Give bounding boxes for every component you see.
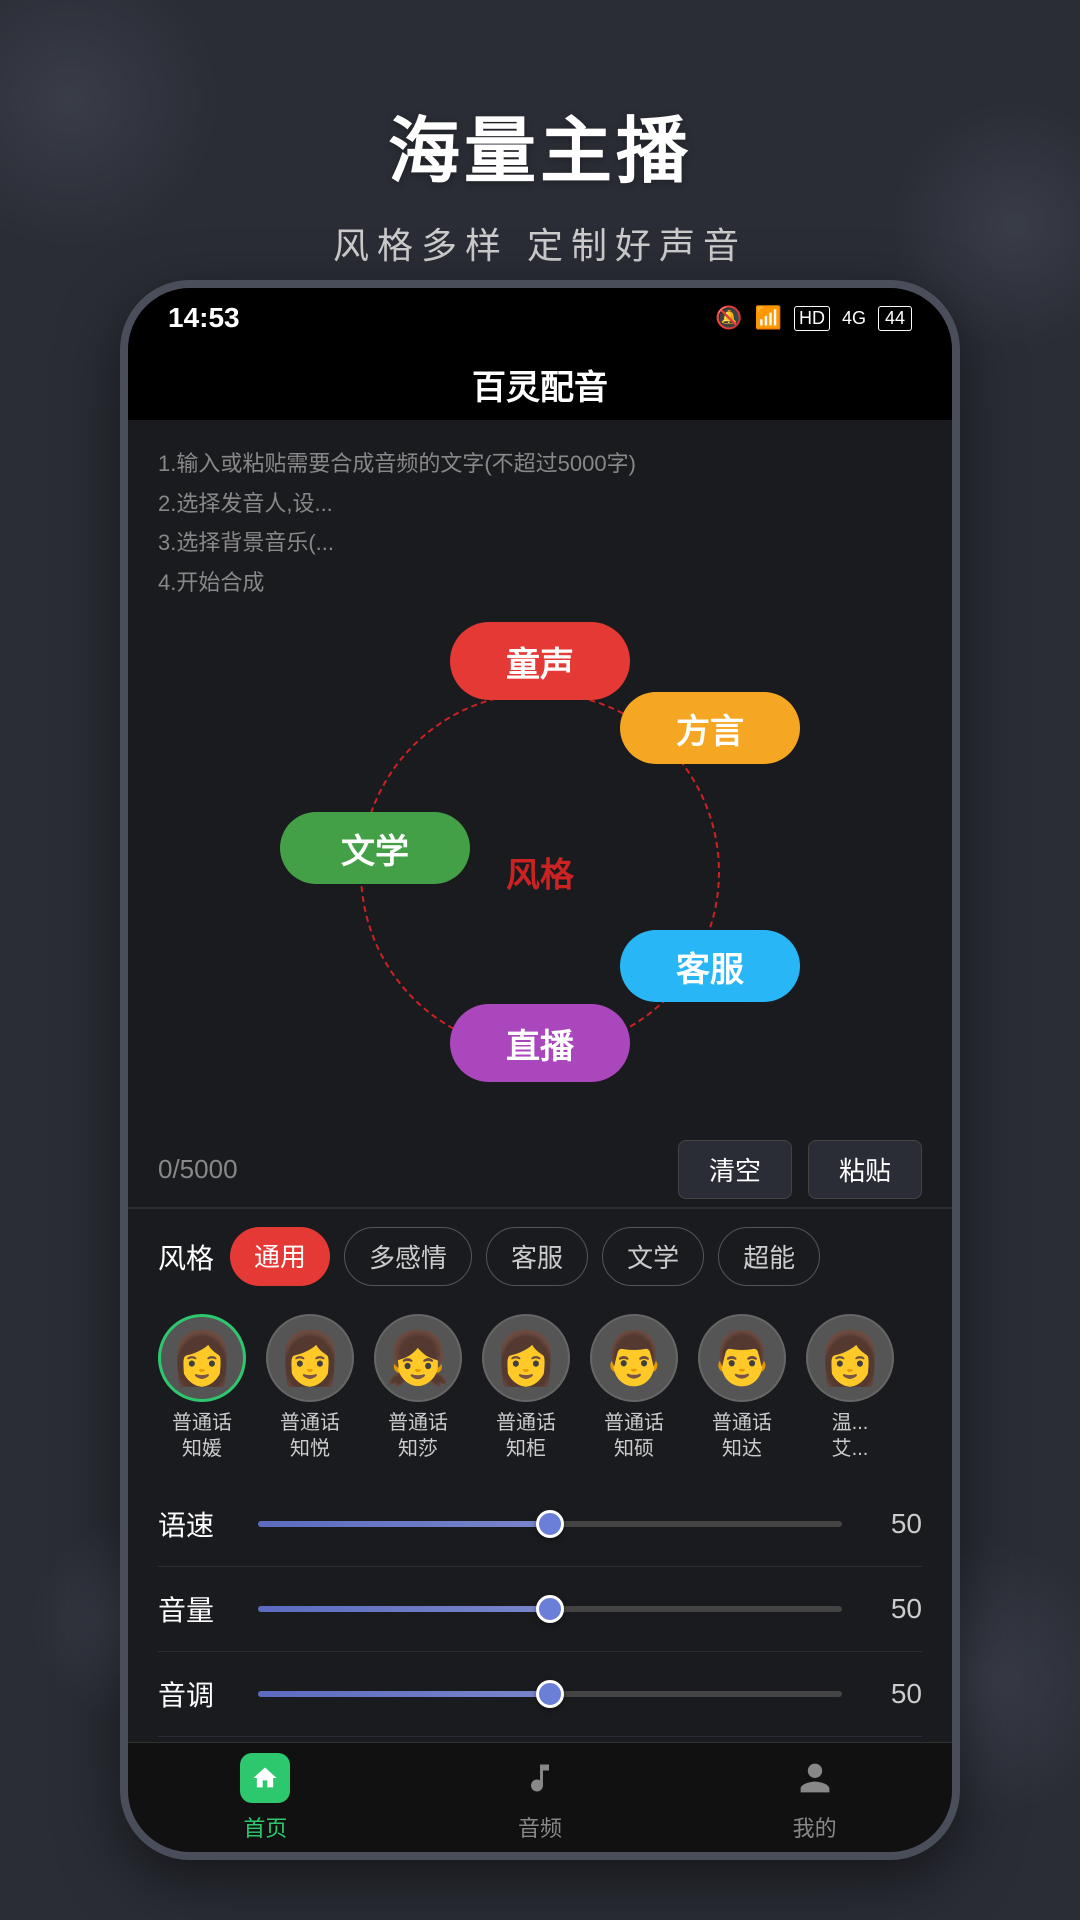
voice-avatar-2[interactable]: 👩 普通话知悦 [266,1314,354,1462]
voice-avatar-6[interactable]: 👨 普通话知达 [698,1314,786,1462]
instruction-line4: 4.开始合成 [158,563,922,603]
voice-avatar-3[interactable]: 👧 普通话知莎 [374,1314,462,1462]
speed-track[interactable] [258,1521,842,1527]
style-chip-tongyong[interactable]: 通用 [230,1227,330,1286]
style-chip-chao[interactable]: 超能 [718,1227,820,1286]
wheel-center-label: 风格 [506,848,574,897]
pitch-slider-row: 音调 50 [158,1652,922,1737]
style-chips: 通用 多感情 客服 文学 超能 [230,1227,820,1286]
battery-icon: 44 [878,306,912,331]
tag-tongsheng[interactable]: 童声 [450,622,630,700]
home-icon [240,1753,290,1803]
status-bar: 14:53 🔕 📶 HD 4G 44 [128,288,952,348]
header-section: 海量主播 风格多样 定制好声音 [0,0,1080,320]
voice-avatar-1[interactable]: 👩 普通话知媛 [158,1314,246,1462]
bottom-nav: 首页 音频 我的 [128,1742,952,1852]
pitch-track[interactable] [258,1691,842,1697]
nav-item-home[interactable]: 首页 [240,1753,290,1843]
style-chip-wenxue[interactable]: 文学 [602,1227,704,1286]
char-counter: 0/5000 [158,1154,238,1185]
volume-slider-row: 音量 50 [158,1567,922,1652]
action-bar: 0/5000 清空 粘贴 [128,1132,952,1207]
user-icon [790,1753,840,1803]
style-wheel: 风格 童声 方言 文学 客服 直播 [260,612,820,1132]
style-filter-row: 风格 通用 多感情 客服 文学 超能 [128,1209,952,1304]
pitch-value: 50 [862,1678,922,1710]
sliders-section: 语速 50 音量 50 音调 [128,1482,952,1737]
tag-wenxue[interactable]: 文学 [280,812,470,884]
voice-avatar-7[interactable]: 👩 温...艾... [806,1314,894,1462]
content-area: 1.输入或粘贴需要合成音频的文字(不超过5000字) 2.选择发音人,设... … [128,420,952,1132]
speed-label: 语速 [158,1504,238,1544]
volume-value: 50 [862,1593,922,1625]
pitch-label: 音调 [158,1674,238,1714]
hd-icon: HD [794,306,830,331]
speed-value: 50 [862,1508,922,1540]
signal-icon: 🔕 [715,305,742,331]
instruction-line2: 2.选择发音人,设... [158,484,922,524]
action-buttons: 清空 粘贴 [678,1140,922,1199]
status-time: 14:53 [168,302,240,334]
wifi-icon: 📶 [755,305,782,331]
clear-button[interactable]: 清空 [678,1140,792,1199]
voice-avatar-5[interactable]: 👨 普通话知硕 [590,1314,678,1462]
voice-avatar-4[interactable]: 👩 普通话知柜 [482,1314,570,1462]
music-icon [515,1753,565,1803]
phone-content: 1.输入或粘贴需要合成音频的文字(不超过5000字) 2.选择发音人,设... … [128,420,952,1742]
nav-item-audio[interactable]: 音频 [515,1753,565,1843]
status-icons: 🔕 📶 HD 4G 44 [715,305,912,331]
style-filter-label: 风格 [158,1237,214,1277]
nav-label-audio: 音频 [518,1811,562,1843]
phone-frame: 14:53 🔕 📶 HD 4G 44 百灵配音 1.输入或粘贴需要合成音频的文字… [120,280,960,1860]
paste-button[interactable]: 粘贴 [808,1140,922,1199]
tag-kefan[interactable]: 客服 [620,930,800,1002]
style-chip-kefan[interactable]: 客服 [486,1227,588,1286]
nav-item-mine[interactable]: 我的 [790,1753,840,1843]
style-chip-duoganqing[interactable]: 多感情 [344,1227,472,1286]
speed-slider-row: 语速 50 [158,1482,922,1567]
avatars-row: 👩 普通话知媛 👩 普通话知悦 👧 普通话知莎 👩 [128,1304,952,1482]
page-main-title: 海量主播 [388,92,692,197]
volume-track[interactable] [258,1606,842,1612]
instruction-line1: 1.输入或粘贴需要合成音频的文字(不超过5000字) [158,444,922,484]
page-sub-title: 风格多样 定制好声音 [333,217,747,269]
nav-label-mine: 我的 [793,1811,837,1843]
instruction-line3: 3.选择背景音乐(... [158,523,922,563]
app-title: 百灵配音 [472,360,608,409]
app-title-bar: 百灵配音 [128,348,952,420]
nav-label-home: 首页 [243,1811,287,1843]
volume-label: 音量 [158,1589,238,1629]
tag-fangyan[interactable]: 方言 [620,692,800,764]
tag-zhibo[interactable]: 直播 [450,1004,630,1082]
instructions-text: 1.输入或粘贴需要合成音频的文字(不超过5000字) 2.选择发音人,设... … [158,444,922,602]
4g-icon: 4G [842,308,866,329]
